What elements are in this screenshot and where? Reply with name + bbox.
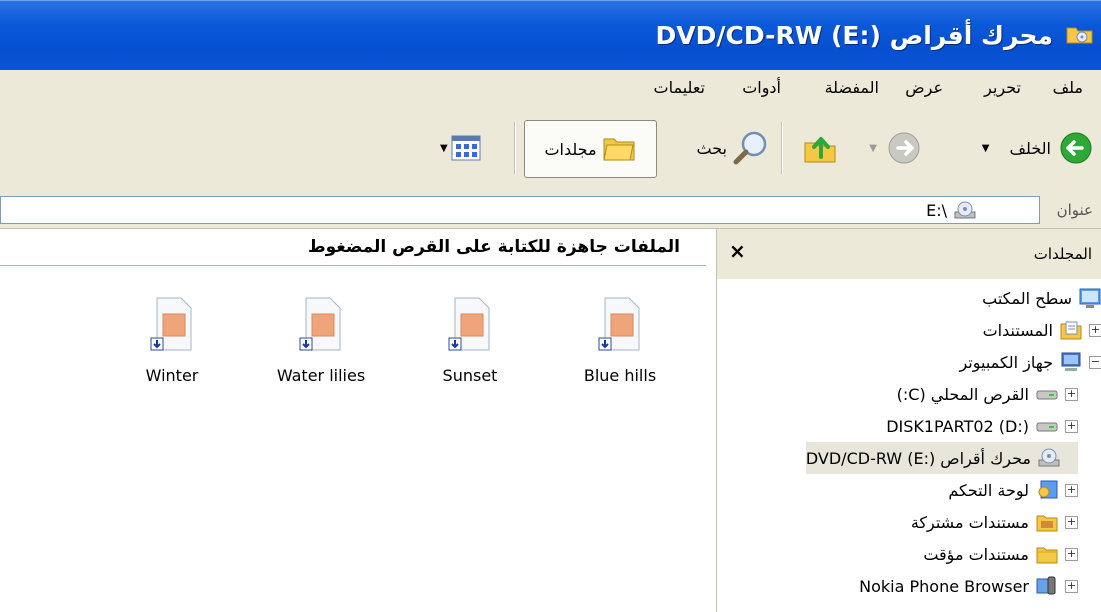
- pending-image-file-icon: [150, 297, 192, 351]
- menu-favorites[interactable]: المفضلة: [825, 78, 879, 97]
- file-name: Blue hills: [583, 366, 657, 385]
- documents-icon: [1060, 321, 1082, 340]
- tree-label: جهاز الكمبيوتر: [959, 352, 1053, 372]
- tree-label: سطح المكتب: [982, 288, 1072, 308]
- toolbar-separator: [781, 122, 783, 174]
- search-label: بحث: [696, 138, 728, 158]
- tree-item-drive-e-selected[interactable]: محرك أقراص DVD/CD-RW (E:): [805, 442, 1078, 474]
- tree-label: لوحة التحكم: [948, 480, 1029, 500]
- address-value: E:\: [926, 200, 947, 220]
- file-item[interactable]: Sunset: [405, 296, 535, 385]
- cd-drive-icon: [954, 201, 976, 219]
- menu-help[interactable]: تعليمات: [654, 78, 705, 97]
- menu-file[interactable]: ملف: [1053, 78, 1083, 97]
- folders-toggle-button[interactable]: مجلدات: [524, 120, 657, 178]
- tree-item-drive-c[interactable]: + القرص المحلي (C:): [897, 378, 1078, 410]
- menu-tools[interactable]: أدوات: [742, 78, 781, 97]
- pending-image-file-icon: [299, 297, 341, 351]
- tree-item-shared-documents[interactable]: + مستندات مشتركة: [911, 506, 1078, 538]
- group-header-title: الملفات جاهزة للكتابة على القرص المضغوط: [307, 237, 680, 257]
- menu-edit[interactable]: تحرير: [984, 78, 1021, 97]
- expand-toggle[interactable]: +: [1065, 547, 1078, 561]
- views-grid-icon: [451, 135, 481, 161]
- cd-drive-icon: [1038, 448, 1060, 467]
- menu-view[interactable]: عرض: [905, 78, 943, 97]
- expand-toggle[interactable]: +: [1065, 387, 1078, 401]
- file-name: Water lilies: [276, 366, 366, 385]
- file-name: Winter: [145, 366, 199, 385]
- expand-toggle[interactable]: +: [1089, 323, 1101, 337]
- collapse-toggle[interactable]: −: [1089, 355, 1101, 369]
- tree-item-drive-d[interactable]: + DISK1PART02 (D:): [886, 410, 1078, 442]
- window-title: محرك أقراص DVD/CD-RW (E:): [655, 21, 1053, 50]
- up-folder-icon: [804, 137, 836, 163]
- pending-image-file-icon: [598, 297, 640, 351]
- views-dropdown-icon[interactable]: ▼: [440, 143, 448, 154]
- file-view-pane: الملفات جاهزة للكتابة على القرص المضغوط …: [0, 229, 706, 612]
- tree-label: مستندات مشتركة: [910, 512, 1029, 532]
- title-bar[interactable]: محرك أقراص DVD/CD-RW (E:): [0, 0, 1101, 70]
- tree-label: محرك أقراص DVD/CD-RW (E:): [805, 448, 1031, 468]
- search-magnifier-icon: [733, 131, 767, 165]
- expand-toggle[interactable]: +: [1065, 515, 1078, 529]
- address-label: عنوان: [1056, 201, 1093, 219]
- content-group-header: الملفات جاهزة للكتابة على القرص المضغوط: [0, 229, 706, 266]
- file-item[interactable]: Water lilies: [256, 296, 386, 385]
- phone-icon: [1036, 576, 1056, 595]
- tree-label: القرص المحلي (C:): [896, 384, 1029, 404]
- back-button[interactable]: الخلف ▼: [982, 120, 1093, 176]
- tree-label: المستندات: [982, 320, 1053, 340]
- tree-label: Nokia Phone Browser: [859, 576, 1029, 596]
- views-button[interactable]: ▼: [440, 120, 481, 176]
- close-pane-icon[interactable]: ×: [729, 239, 746, 263]
- tree-label: DISK1PART02 (D:): [886, 416, 1029, 436]
- folders-icon: [602, 138, 635, 161]
- folders-pane: المجلدات × سطح المكتب + المستندات − جهاز…: [716, 229, 1101, 612]
- expand-toggle[interactable]: +: [1065, 579, 1078, 593]
- tree-item-temp-documents[interactable]: + مستندات مؤقت: [923, 538, 1078, 570]
- tree-item-desktop[interactable]: سطح المكتب: [982, 282, 1101, 314]
- toolbar-separator: [514, 122, 516, 174]
- tree-item-nokia-phone-browser[interactable]: + Nokia Phone Browser: [859, 570, 1078, 602]
- folders-pane-header: المجلدات ×: [717, 229, 1101, 279]
- drive-icon: [1036, 422, 1058, 432]
- tree-label: مستندات مؤقت: [923, 544, 1029, 564]
- folders-pane-title: المجلدات: [1033, 245, 1092, 263]
- up-folder-button[interactable]: [801, 120, 839, 176]
- drive-icon: [1036, 390, 1058, 400]
- tree-item-my-computer[interactable]: − جهاز الكمبيوتر: [959, 346, 1101, 378]
- toolbar: الخلف ▼ ▼ بحث مجلدات ▼: [0, 106, 1101, 193]
- back-arrow-icon: [1060, 132, 1092, 164]
- address-input[interactable]: E:\: [0, 196, 1040, 224]
- search-button[interactable]: بحث: [697, 120, 772, 176]
- menu-bar: ملف تحرير عرض المفضلة أدوات تعليمات: [0, 70, 1101, 107]
- back-dropdown-icon[interactable]: ▼: [982, 143, 990, 154]
- pending-image-file-icon: [448, 297, 490, 351]
- desktop-icon: [1079, 288, 1101, 308]
- shared-folder-icon: [1036, 515, 1058, 532]
- folders-label: مجلدات: [544, 139, 597, 159]
- address-bar: E:\ عنوان: [0, 192, 1101, 229]
- tree-item-control-panel[interactable]: + لوحة التحكم: [948, 474, 1078, 506]
- back-label: الخلف: [1009, 138, 1051, 158]
- control-panel-icon: [1038, 480, 1058, 499]
- expand-toggle[interactable]: +: [1065, 419, 1078, 433]
- cd-drive-folder-icon: [1066, 27, 1093, 44]
- folder-icon: [1036, 547, 1058, 564]
- forward-dropdown-icon[interactable]: ▼: [869, 143, 877, 154]
- forward-button[interactable]: ▼: [869, 120, 921, 176]
- file-name: Sunset: [442, 366, 498, 385]
- computer-icon: [1061, 352, 1081, 371]
- file-item[interactable]: Winter: [107, 296, 237, 385]
- expand-toggle[interactable]: +: [1065, 483, 1078, 497]
- forward-arrow-icon: [888, 132, 920, 164]
- file-item[interactable]: Blue hills: [555, 296, 685, 385]
- tree-item-documents[interactable]: + المستندات: [983, 314, 1101, 346]
